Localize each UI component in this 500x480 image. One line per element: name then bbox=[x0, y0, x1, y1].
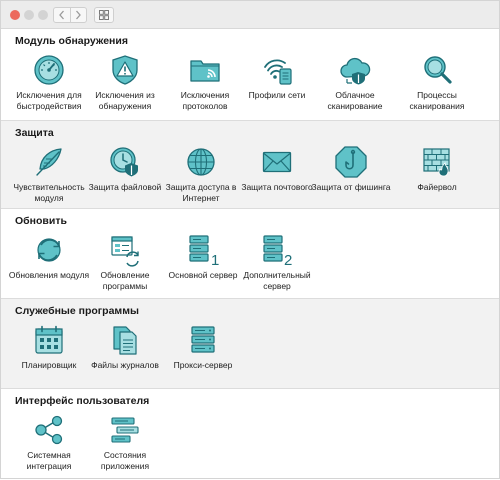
server-2-icon: 2 bbox=[263, 235, 292, 267]
hook-icon bbox=[335, 146, 367, 178]
app-update-icon bbox=[111, 236, 139, 267]
item-label: Системная интеграция bbox=[26, 450, 72, 471]
network-profile-icon bbox=[264, 59, 292, 85]
item-label: Обновления модуля bbox=[8, 270, 90, 280]
pref-item-scan-processes[interactable]: Процессы сканирования bbox=[395, 53, 479, 111]
firewall-icon bbox=[423, 148, 450, 177]
item-label: Защита от фишинга bbox=[311, 182, 391, 192]
item-label: Основной сервер bbox=[168, 270, 238, 280]
section-tools: Служебные программы Планировщик Файлы жу… bbox=[1, 298, 499, 388]
share-nodes-icon bbox=[35, 415, 63, 445]
pref-item-detection-exclusions[interactable]: Исключения из обнаружения bbox=[83, 53, 167, 111]
pref-item-performance-exclusions[interactable]: Исключения для быстродействия bbox=[7, 53, 91, 111]
zoom-window-button[interactable] bbox=[38, 10, 48, 20]
grid-icon bbox=[99, 10, 109, 20]
item-label: Файервол bbox=[417, 182, 457, 192]
globe-icon bbox=[187, 148, 215, 176]
pref-item-anti-phishing[interactable]: Защита от фишинга bbox=[309, 145, 393, 193]
magnifier-icon bbox=[424, 56, 452, 84]
section-title: Обновить bbox=[15, 215, 67, 227]
item-label: Исключения для быстродействия bbox=[16, 90, 82, 111]
section-title: Интерфейс пользователя bbox=[15, 395, 150, 407]
pref-item-secondary-server[interactable]: 2 Дополнительный сервер bbox=[235, 233, 319, 291]
svg-text:1: 1 bbox=[211, 252, 219, 267]
pref-item-program-update[interactable]: Обновление программы bbox=[83, 233, 167, 291]
pref-item-proxy-server[interactable]: Прокси-сервер bbox=[161, 323, 245, 371]
item-label: Защита файловой bbox=[88, 182, 162, 192]
pref-item-log-files[interactable]: Файлы журналов bbox=[83, 323, 167, 371]
pref-item-mail-protection[interactable]: Защита почтового bbox=[235, 145, 319, 193]
calendar-icon bbox=[35, 325, 63, 354]
item-label: Чувствительность модуля bbox=[13, 182, 85, 203]
item-label: Файлы журналов bbox=[91, 360, 159, 370]
feather-icon bbox=[36, 148, 62, 176]
minimize-window-button[interactable] bbox=[24, 10, 34, 20]
item-label: Обновление программы bbox=[100, 270, 150, 291]
clock-shield-icon bbox=[110, 147, 138, 177]
show-all-button[interactable] bbox=[94, 7, 114, 23]
folder-wave-icon bbox=[190, 60, 220, 82]
back-forward-group bbox=[53, 7, 87, 23]
log-files-icon bbox=[113, 326, 137, 355]
section-title: Модуль обнаружения bbox=[15, 35, 128, 47]
item-label: Состояния приложения bbox=[100, 450, 150, 471]
pref-item-web-access-protection[interactable]: Защита доступа в Интернет bbox=[159, 145, 243, 203]
item-label: Прокси-сервер bbox=[173, 360, 233, 370]
item-label: Процессы сканирования bbox=[409, 90, 465, 111]
item-label: Исключения из обнаружения bbox=[95, 90, 155, 111]
section-update: Обновить Обновления модуля Обновление пр… bbox=[1, 208, 499, 298]
pref-item-filesystem-protection[interactable]: Защита файловой bbox=[83, 145, 167, 193]
speedometer-icon bbox=[34, 55, 64, 85]
item-label: Защита почтового bbox=[241, 182, 313, 192]
item-label: Облачное сканирование bbox=[327, 90, 383, 111]
svg-text:2: 2 bbox=[284, 252, 292, 267]
section-user-interface: Интерфейс пользователя Системная интегра… bbox=[1, 388, 499, 480]
chevron-left-icon bbox=[58, 10, 64, 20]
pref-item-network-profiles[interactable]: Профили сети bbox=[235, 53, 319, 101]
item-label: Защита доступа в Интернет bbox=[165, 182, 237, 203]
item-label: Профили сети bbox=[248, 90, 306, 100]
pref-item-cloud-scanning[interactable]: Облачное сканирование bbox=[313, 53, 397, 111]
proxy-server-icon bbox=[191, 326, 215, 353]
refresh-globe-icon bbox=[37, 238, 61, 262]
close-window-button[interactable] bbox=[10, 10, 20, 20]
section-title: Защита bbox=[15, 127, 54, 139]
pref-item-application-statuses[interactable]: Состояния приложения bbox=[83, 413, 167, 471]
section-protection: Защита Чувствительность модуля Защита фа… bbox=[1, 120, 499, 208]
warning-shield-icon bbox=[112, 55, 138, 85]
preferences-window: Модуль обнаружения Исключения для быстро… bbox=[0, 0, 500, 479]
status-list-icon bbox=[111, 417, 139, 443]
pref-item-system-integration[interactable]: Системная интеграция bbox=[7, 413, 91, 471]
pref-item-primary-server[interactable]: 1 Основной сервер bbox=[161, 233, 245, 281]
item-label: Планировщик bbox=[21, 360, 77, 370]
pref-item-module-sensitivity[interactable]: Чувствительность модуля bbox=[7, 145, 91, 203]
item-label: Дополнительный сервер bbox=[243, 270, 311, 291]
pref-item-firewall[interactable]: Файервол bbox=[395, 145, 479, 193]
title-bar bbox=[1, 1, 499, 29]
section-detection-engine: Модуль обнаружения Исключения для быстро… bbox=[1, 29, 499, 120]
server-1-icon: 1 bbox=[189, 235, 219, 267]
back-button[interactable] bbox=[54, 8, 70, 22]
cloud-shield-icon bbox=[340, 57, 371, 85]
envelope-icon bbox=[262, 151, 292, 173]
section-title: Служебные программы bbox=[15, 305, 139, 317]
pref-item-module-updates[interactable]: Обновления модуля bbox=[7, 233, 91, 281]
pref-item-scheduler[interactable]: Планировщик bbox=[7, 323, 91, 371]
forward-button[interactable] bbox=[69, 8, 87, 22]
chevron-right-icon bbox=[76, 10, 82, 20]
